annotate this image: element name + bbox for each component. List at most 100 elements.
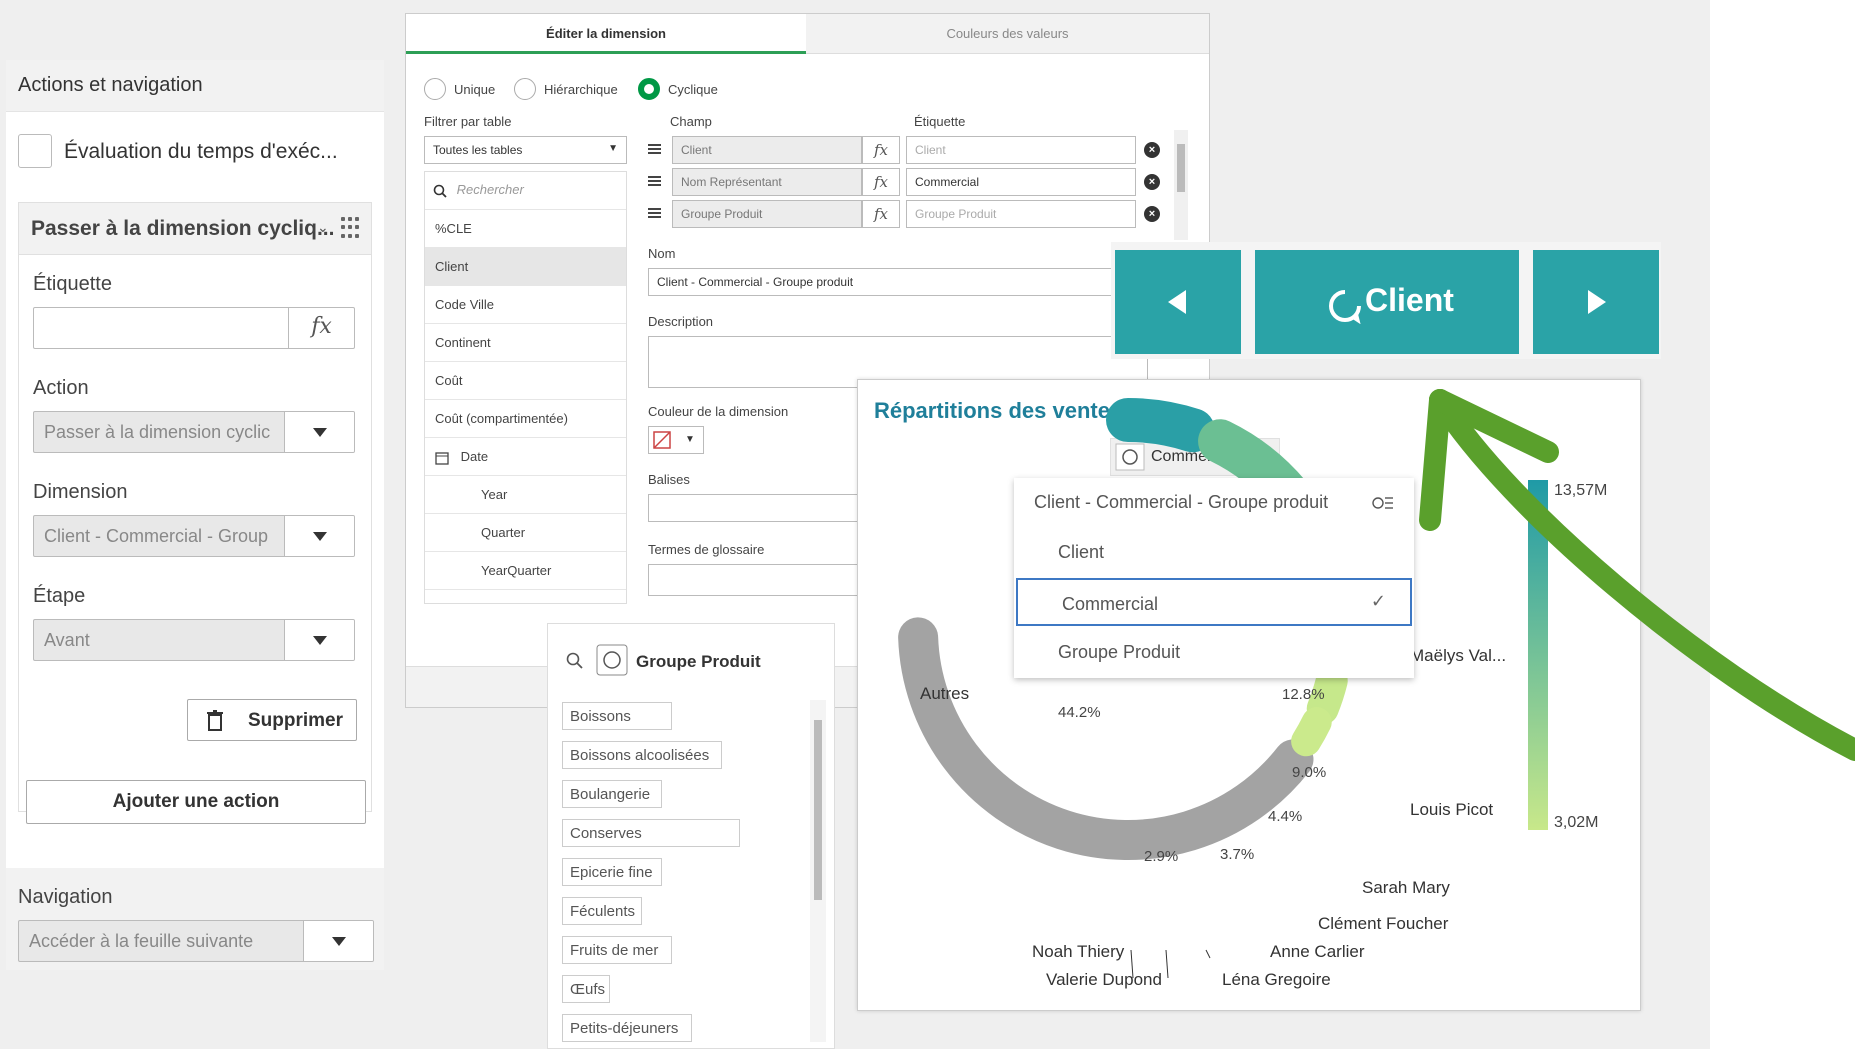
eval-time-checkbox[interactable]	[18, 134, 52, 168]
radio-hierarchique[interactable]	[514, 78, 536, 100]
drag-handle-icon[interactable]	[341, 217, 359, 239]
list-item[interactable]: Boulangerie	[562, 780, 662, 808]
groupe-produit-title: Groupe Produit	[636, 652, 761, 671]
pct-label: 3.7%	[1220, 846, 1255, 863]
list-item[interactable]: Œufs	[562, 975, 610, 1003]
segment-noah-thiery[interactable]	[1291, 707, 1332, 757]
action-title: Passer à la dimension cycliq...	[31, 217, 335, 240]
dropdown-option[interactable]: Groupe Produit	[1014, 628, 1414, 678]
cycle-list-icon[interactable]	[1372, 495, 1394, 511]
dropdown-option-selected[interactable]: Commercial ✓	[1016, 578, 1412, 626]
annotation-arrow-icon	[1419, 389, 1855, 761]
cycle-nav-group: Client	[1111, 242, 1661, 359]
balises-label: Balises	[648, 472, 690, 487]
list-item[interactable]: Fruits de mer	[562, 936, 672, 964]
segment-maelys[interactable]	[1106, 398, 1215, 453]
field-item[interactable]: Year	[425, 476, 626, 514]
dropdown-option[interactable]: Client	[1014, 528, 1414, 578]
remove-icon[interactable]: ×	[1144, 174, 1160, 190]
dropdown-arrow[interactable]	[284, 412, 354, 452]
champ-field[interactable]: Groupe Produit	[672, 200, 862, 228]
caret-down-icon: ▼	[608, 143, 618, 154]
etape-label: Étape	[33, 585, 86, 607]
dimension-dropdown-menu: Client - Commercial - Groupe produit Cli…	[1014, 478, 1414, 678]
dropdown-arrow[interactable]	[284, 516, 354, 556]
etape-select[interactable]: Avant	[33, 619, 355, 661]
field-item[interactable]: Quarter	[425, 514, 626, 552]
dimension-label: Dimension	[33, 481, 128, 503]
list-item[interactable]: Conserves	[562, 819, 740, 847]
remove-icon[interactable]: ×	[1144, 142, 1160, 158]
field-item[interactable]: %CLE	[425, 210, 626, 248]
radio-cyclique-label: Cyclique	[668, 82, 718, 97]
dropdown-arrow[interactable]	[303, 921, 373, 961]
field-item[interactable]: Coût (compartimentée)	[425, 400, 626, 438]
navigation-select[interactable]: Accéder à la feuille suivante	[18, 920, 374, 962]
delete-button[interactable]: Supprimer	[187, 699, 357, 741]
label-clement-foucher: Clément Foucher	[1318, 914, 1449, 933]
fx-icon[interactable]: fx	[288, 308, 354, 348]
champ-field[interactable]: Client	[672, 136, 862, 164]
field-list: Rechercher %CLE Client Code Ville Contin…	[424, 171, 627, 604]
scrollbar[interactable]	[1174, 130, 1188, 240]
list-item[interactable]: Féculents	[562, 897, 642, 925]
list-item[interactable]: Boissons	[562, 702, 672, 730]
next-dimension-button[interactable]	[1533, 250, 1659, 354]
current-dimension-label: Client	[1365, 282, 1454, 318]
trash-icon	[207, 710, 223, 731]
table-filter-value: Toutes les tables	[433, 143, 523, 157]
field-item[interactable]: YearQuarter	[425, 552, 626, 590]
radio-hierarchique-label: Hiérarchique	[544, 82, 618, 97]
drag-handle-icon[interactable]	[648, 176, 661, 186]
etiquette-field[interactable]: Commercial	[906, 168, 1136, 196]
color-picker[interactable]: ▼	[648, 426, 704, 454]
fx-icon[interactable]: fx	[862, 136, 900, 164]
radio-unique-label: Unique	[454, 82, 496, 97]
field-item[interactable]: Continent	[425, 324, 626, 362]
action-select[interactable]: Passer à la dimension cyclic	[33, 411, 355, 453]
current-dimension-button[interactable]: Client	[1255, 250, 1519, 354]
label-lena-gregoire: Léna Gregoire	[1222, 970, 1331, 989]
actions-section-header: Actions et navigation	[6, 60, 384, 112]
list-item[interactable]: Petits-déjeuners	[562, 1014, 692, 1042]
caret-down-icon: ▼	[685, 434, 695, 445]
field-item[interactable]: Code Ville	[425, 286, 626, 324]
tab-value-colors[interactable]: Couleurs des valeurs	[806, 14, 1209, 54]
etiquette-field[interactable]: Client	[906, 136, 1136, 164]
description-label: Description	[648, 314, 714, 329]
field-item-date[interactable]: Date	[425, 438, 626, 476]
fx-icon[interactable]: fx	[862, 168, 900, 196]
champ-field[interactable]: Nom Représentant	[672, 168, 862, 196]
dimension-select[interactable]: Client - Commercial - Group	[33, 515, 355, 557]
remove-icon[interactable]: ×	[1144, 206, 1160, 222]
previous-dimension-button[interactable]	[1115, 250, 1241, 354]
search-icon	[433, 184, 447, 198]
chevron-down-icon[interactable]: ⌄	[317, 219, 329, 236]
drag-handle-icon[interactable]	[648, 208, 661, 218]
fx-icon[interactable]: fx	[862, 200, 900, 228]
radio-unique[interactable]	[424, 78, 446, 100]
couleur-label: Couleur de la dimension	[648, 404, 789, 419]
list-item[interactable]: Boissons alcoolisées	[562, 741, 722, 769]
etiquette-field[interactable]: Groupe Produit	[906, 200, 1136, 228]
etiquette-input[interactable]: fx	[33, 307, 355, 349]
tab-edit-dimension[interactable]: Éditer la dimension	[406, 14, 806, 54]
dropdown-header-label: Client - Commercial - Groupe produit	[1034, 492, 1329, 512]
nom-input[interactable]: Client - Commercial - Groupe produit	[648, 268, 1148, 296]
action-card-header[interactable]: Passer à la dimension cycliq... ⌄	[19, 203, 371, 255]
radio-cyclique[interactable]	[638, 78, 660, 100]
field-item[interactable]: Coût	[425, 362, 626, 400]
dropdown-arrow[interactable]	[284, 620, 354, 660]
field-search-input[interactable]: Rechercher	[425, 172, 626, 210]
search-icon[interactable]	[566, 652, 584, 670]
drag-handle-icon[interactable]	[648, 144, 661, 154]
cycle-icon[interactable]	[596, 644, 628, 676]
scrollbar[interactable]	[810, 700, 826, 1042]
add-action-button[interactable]: Ajouter une action	[26, 780, 366, 824]
list-item[interactable]: Epicerie fine	[562, 858, 662, 886]
pct-label: 44.2%	[1058, 704, 1101, 721]
label-valerie-dupond: Valerie Dupond	[1046, 970, 1162, 989]
field-item[interactable]: Client	[425, 248, 626, 286]
action-label: Action	[33, 377, 89, 399]
table-filter-select[interactable]: Toutes les tables ▼	[424, 136, 627, 164]
